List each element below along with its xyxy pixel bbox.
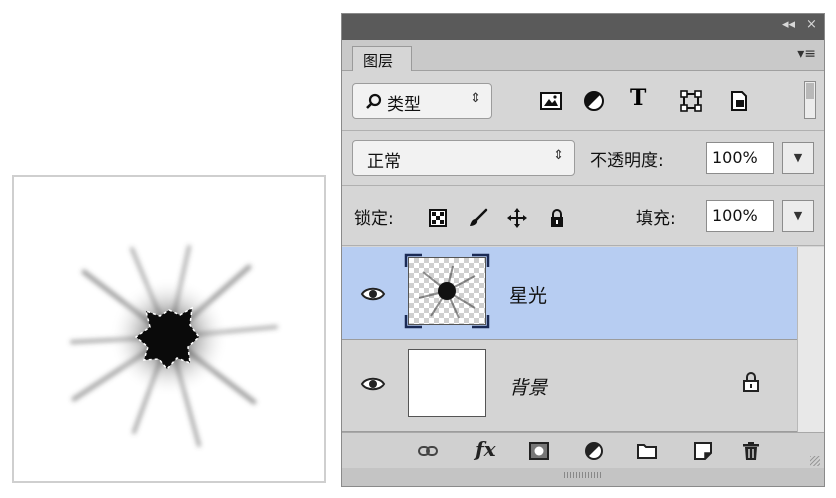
visibility-eye-icon[interactable] <box>360 281 386 307</box>
tab-layers[interactable]: 图层 <box>352 46 412 71</box>
panel-resize-grip[interactable] <box>810 456 820 466</box>
add-mask-icon[interactable] <box>529 441 549 461</box>
fill-input[interactable]: 100% <box>706 200 774 232</box>
layers-bottom-toolbar: fx <box>342 432 824 469</box>
selection-corner-brackets <box>404 253 490 329</box>
chevron-updown-icon: ⇕ <box>553 148 564 163</box>
starburst-artwork <box>70 245 278 447</box>
fill-slider-button[interactable]: ▼ <box>782 200 814 232</box>
shape-filter-icon[interactable] <box>679 89 703 113</box>
delete-layer-icon[interactable] <box>741 441 761 461</box>
layers-panel: ◂◂ × 图层 ▾≡ 类型 ⇕ T 正常 ⇕ 不透明度: 100% ▼ 锁定: … <box>341 13 825 487</box>
panel-menu-button[interactable]: ▾≡ <box>797 46 816 62</box>
adjustment-filter-icon[interactable] <box>582 89 606 113</box>
smart-object-filter-icon[interactable] <box>727 89 751 113</box>
new-adjustment-layer-icon[interactable] <box>584 441 604 461</box>
layer-locked-icon <box>743 372 759 392</box>
search-icon <box>366 93 382 109</box>
close-panel-button[interactable]: × <box>806 17 817 32</box>
filter-kind-select[interactable]: 类型 ⇕ <box>352 83 492 119</box>
opacity-label: 不透明度: <box>590 151 664 171</box>
blend-mode-value: 正常 <box>367 152 401 172</box>
link-layers-icon[interactable] <box>418 441 438 461</box>
layer-row-starlight[interactable]: 星光 <box>342 247 798 340</box>
lock-all-icon[interactable] <box>547 208 567 228</box>
lock-image-pixels-icon[interactable] <box>468 208 488 228</box>
panel-title-bar: ◂◂ × <box>342 14 824 40</box>
layer-row-background[interactable]: 背景 <box>342 340 798 432</box>
blend-opacity-row: 正常 ⇕ 不透明度: 100% ▼ <box>342 131 824 186</box>
layers-scrollbar[interactable] <box>797 247 824 432</box>
filter-kind-label: 类型 <box>387 95 421 115</box>
collapse-panel-button[interactable]: ◂◂ <box>782 17 795 32</box>
layer-name[interactable]: 背景 <box>509 373 547 400</box>
lock-label: 锁定: <box>354 209 394 229</box>
visibility-eye-icon[interactable] <box>360 371 386 397</box>
grip-handle <box>564 472 602 478</box>
layer-thumbnail <box>408 349 486 417</box>
layer-filter-row: 类型 ⇕ T <box>342 71 824 131</box>
type-filter-icon[interactable]: T <box>630 85 654 111</box>
opacity-input[interactable]: 100% <box>706 142 774 174</box>
fx-icon[interactable]: fx <box>475 437 496 461</box>
image-filter-icon[interactable] <box>539 89 563 113</box>
new-group-icon[interactable] <box>637 441 657 461</box>
layer-name[interactable]: 星光 <box>509 281 547 308</box>
layers-list: 星光 背景 <box>342 247 824 432</box>
lock-transparent-pixels-icon[interactable] <box>428 208 448 228</box>
panel-bottom-grip[interactable] <box>342 468 824 486</box>
lock-fill-row: 锁定: 填充: 100% ▼ <box>342 186 824 246</box>
document-canvas[interactable] <box>12 175 326 483</box>
opacity-slider-button[interactable]: ▼ <box>782 142 814 174</box>
fill-label: 填充: <box>636 209 676 229</box>
blend-mode-select[interactable]: 正常 ⇕ <box>352 140 575 176</box>
chevron-updown-icon: ⇕ <box>470 91 481 106</box>
filter-toggle-switch[interactable] <box>804 81 816 119</box>
new-layer-icon[interactable] <box>693 441 713 461</box>
panel-tab-bar: 图层 ▾≡ <box>342 40 824 71</box>
lock-position-icon[interactable] <box>507 208 527 228</box>
